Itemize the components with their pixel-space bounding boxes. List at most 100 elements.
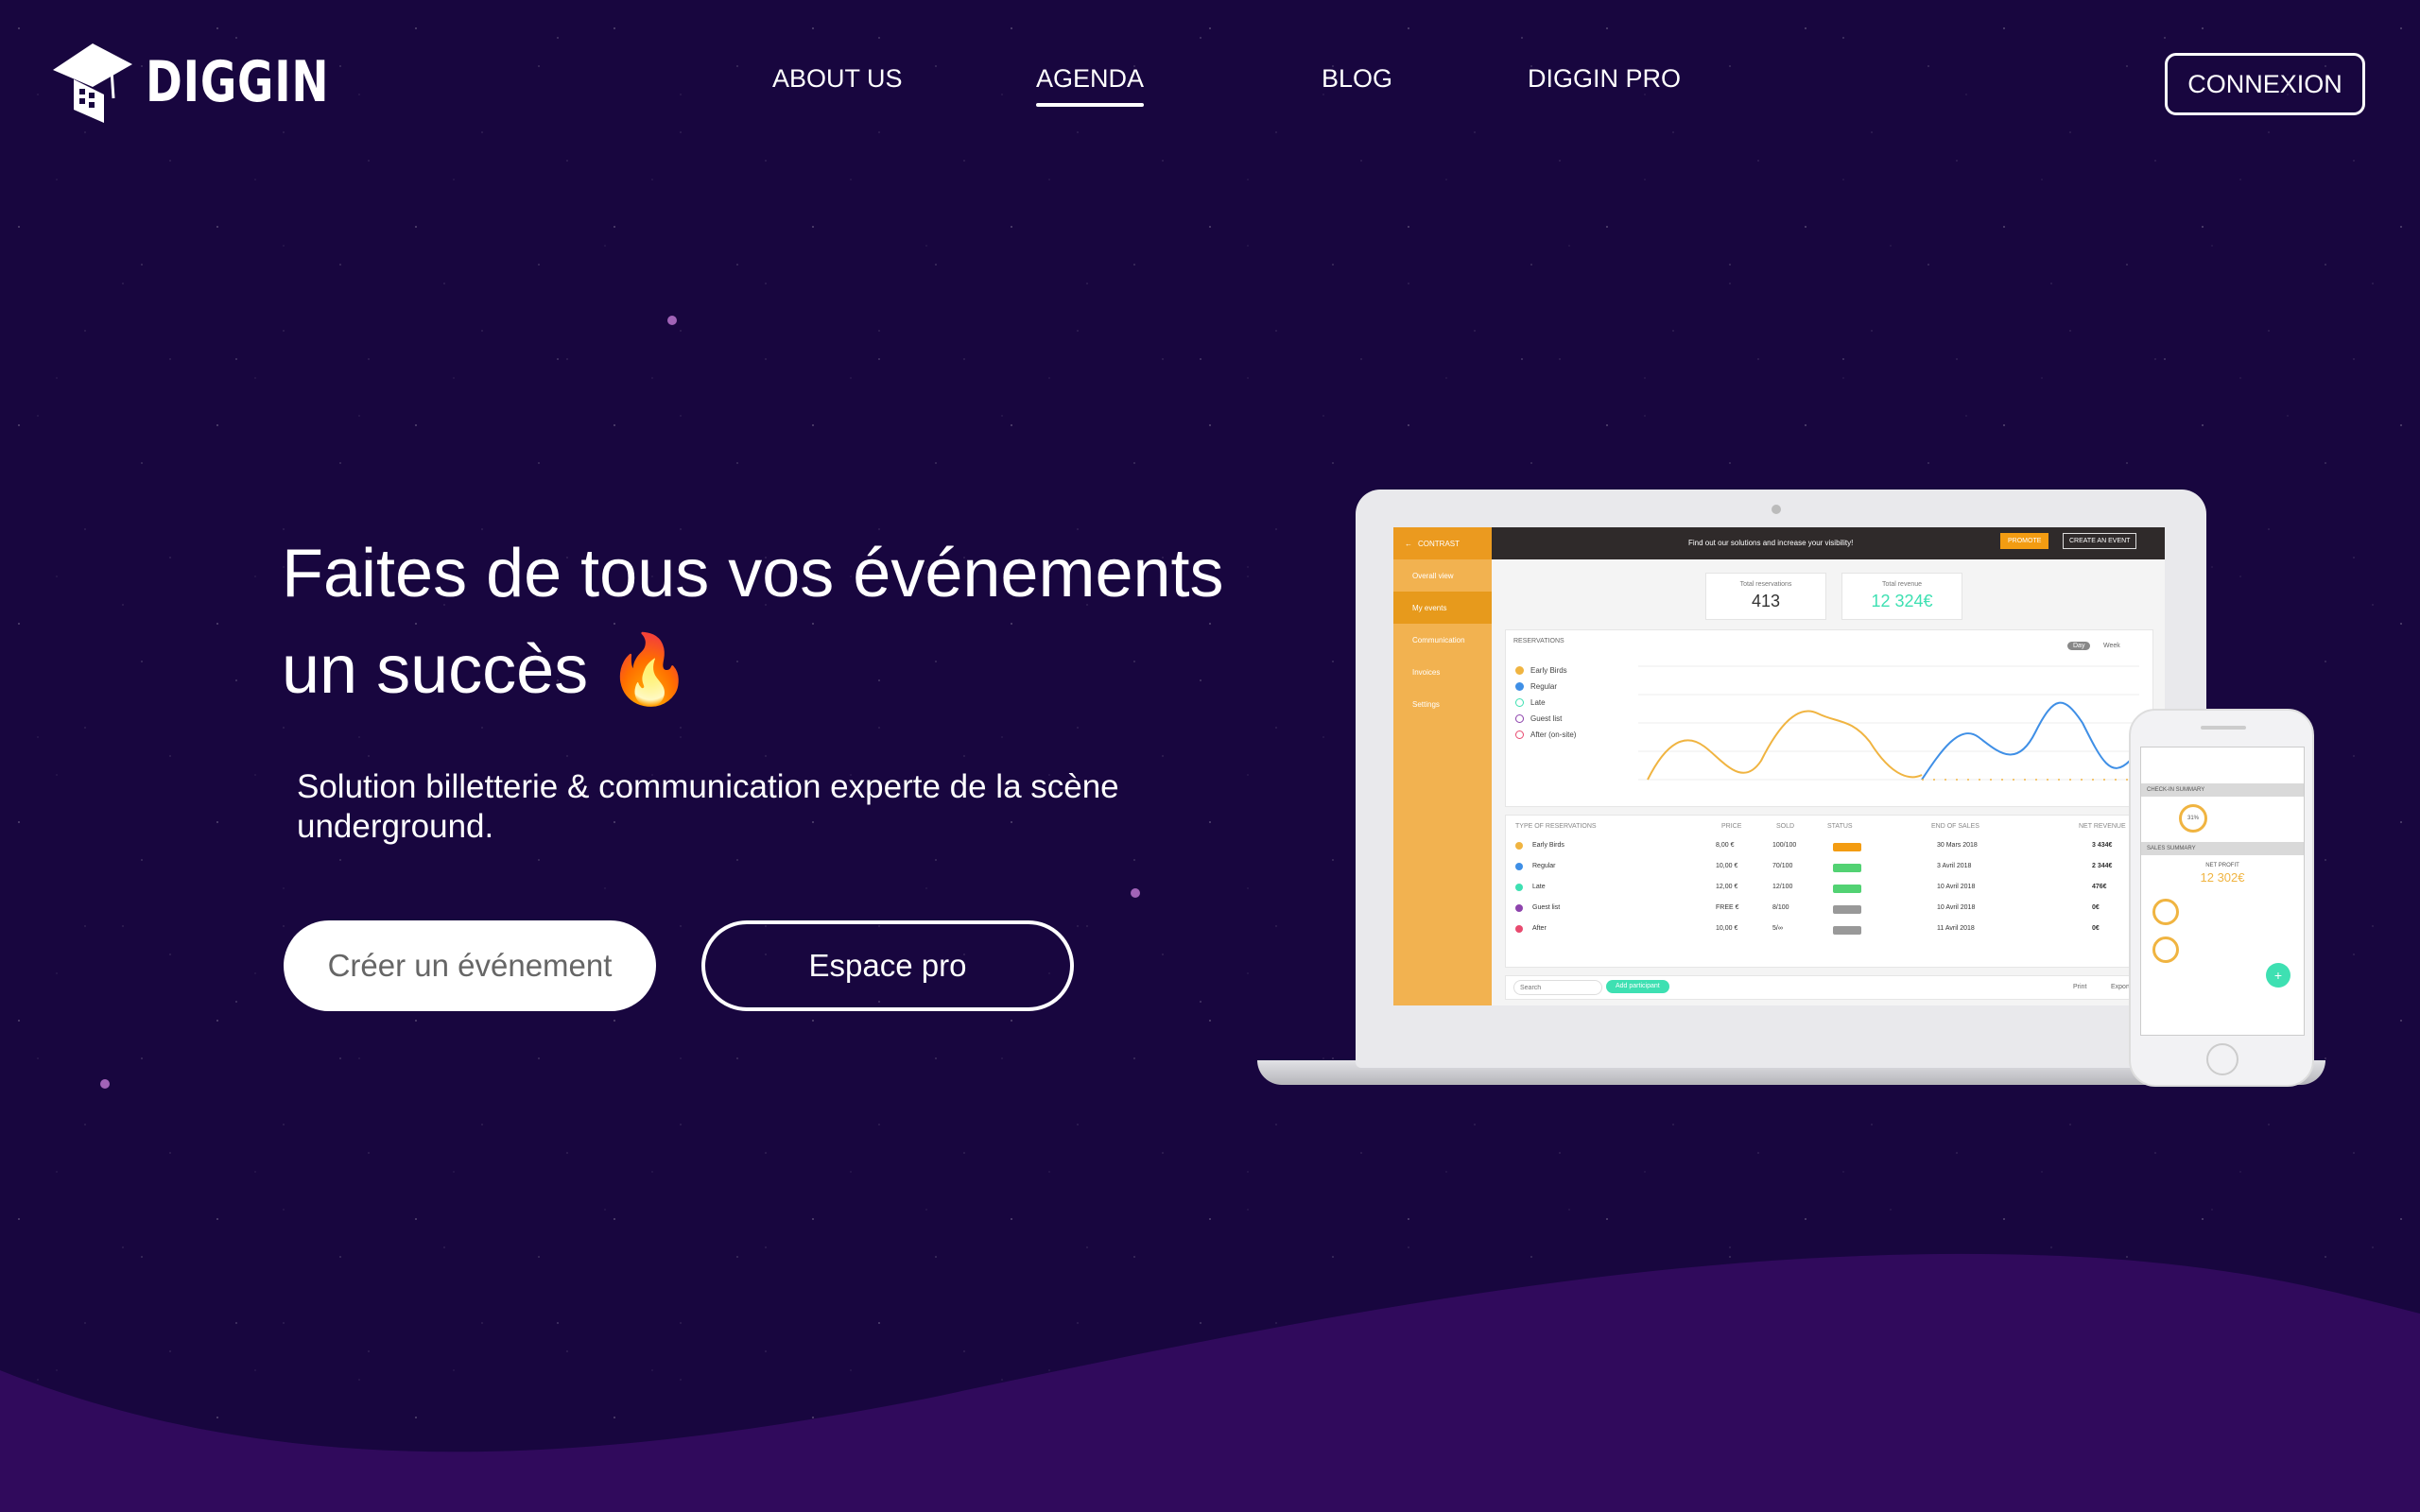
pro-space-button[interactable]: Espace pro <box>701 920 1074 1011</box>
graduation-cap-icon <box>53 43 132 123</box>
series-early-birds-line <box>1647 710 1923 781</box>
row-price: 12,00 € <box>1716 884 1738 890</box>
row-end: 30 Mars 2018 <box>1937 842 1978 849</box>
table-row[interactable]: After 10,00 € 5/∞ 11 Avril 2018 0€ <box>1515 919 2143 940</box>
decorative-dot <box>100 1079 110 1089</box>
create-event-button[interactable]: Créer un événement <box>284 920 656 1011</box>
row-price: 8,00 € <box>1716 842 1735 849</box>
hero-subtitle: Solution billetterie & communication exp… <box>297 768 1119 845</box>
hero-title-line2: un succès 🔥 <box>282 632 692 708</box>
row-sold: 8/100 <box>1772 904 1789 911</box>
legend-item: Guest list <box>1515 714 1562 723</box>
add-participant-button[interactable]: Add participant <box>1606 980 1669 993</box>
login-button[interactable]: CONNEXION <box>2165 53 2365 115</box>
reservations-chart-card: RESERVATIONS Day Week Early Birds Regula… <box>1505 629 2153 807</box>
wave-shape <box>0 1253 2420 1512</box>
dashboard-topbar: Find out our solutions and increase your… <box>1492 527 2165 559</box>
nav-blog[interactable]: BLOG <box>1322 64 1392 94</box>
row-revenue: 2 344€ <box>2092 863 2113 869</box>
table-row[interactable]: Early Birds 8,00 € 100/100 30 Mars 2018 … <box>1515 836 2143 857</box>
dashboard-nav-communication[interactable]: Communication <box>1393 624 1492 656</box>
row-price: 10,00 € <box>1716 863 1738 869</box>
dashboard-nav-my-events[interactable]: My events <box>1393 592 1492 624</box>
add-fab-button[interactable]: + <box>2266 963 2290 988</box>
decorative-dot <box>667 316 677 325</box>
legend-item: Early Birds <box>1515 666 1567 675</box>
nav-agenda[interactable]: AGENDA <box>1036 64 1145 107</box>
row-type: After <box>1532 925 1547 932</box>
arrow-left-icon: ← <box>1405 539 1412 548</box>
col-revenue: NET REVENUE <box>2079 823 2126 830</box>
stat-label: Total reservations <box>1739 581 1792 588</box>
row-revenue: 476€ <box>2092 884 2107 890</box>
logo[interactable]: DIGGIN <box>49 38 381 127</box>
dashboard-footer-bar: Add participant Print Export <box>1505 975 2153 1000</box>
row-revenue: 0€ <box>2092 904 2100 911</box>
col-end: END OF SALES <box>1931 823 1979 830</box>
legend-label: Late <box>1530 698 1546 707</box>
chart-gridlines <box>1638 665 2139 781</box>
row-type: Late <box>1532 884 1546 890</box>
stat-label: Total revenue <box>1881 581 1923 588</box>
row-sold: 70/100 <box>1772 863 1793 869</box>
export-button[interactable]: Export <box>2111 984 2130 990</box>
legend-dot <box>1515 714 1524 723</box>
col-type: TYPE OF RESERVATIONS <box>1515 823 1597 830</box>
row-type: Early Birds <box>1532 842 1564 849</box>
legend-item: Late <box>1515 698 1546 707</box>
stat-total-revenue: Total revenue 12 324€ <box>1841 573 1962 620</box>
phone-speaker <box>2201 726 2246 730</box>
legend-dot <box>1515 698 1524 707</box>
row-price: FREE € <box>1716 904 1739 911</box>
row-end: 11 Avril 2018 <box>1937 925 1975 932</box>
hero-title-line1: Faites de tous vos événements <box>282 536 1224 611</box>
checkin-summary-header: CHECK-IN SUMMARY <box>2141 783 2304 797</box>
legend-label: Guest list <box>1530 714 1563 723</box>
nav-about-us[interactable]: ABOUT US <box>772 64 903 94</box>
phone-home-button <box>2206 1043 2238 1075</box>
print-button[interactable]: Print <box>2073 984 2086 990</box>
row-end: 10 Avril 2018 <box>1937 884 1976 890</box>
nav-diggin-pro[interactable]: DIGGIN PRO <box>1528 64 1681 94</box>
legend-dot <box>1515 682 1524 691</box>
sales-ring <box>2152 936 2179 963</box>
stat-total-reservations: Total reservations 413 <box>1705 573 1826 620</box>
col-status: STATUS <box>1827 823 1853 830</box>
reservations-table: TYPE OF RESERVATIONS PRICE SOLD STATUS E… <box>1505 815 2153 968</box>
toggle-day[interactable]: Day <box>2067 642 2091 650</box>
promote-button[interactable]: PROMOTE <box>2000 533 2049 549</box>
row-revenue: 0€ <box>2092 925 2100 932</box>
reservations-line-chart <box>1638 665 2139 781</box>
legend-label: Regular <box>1530 682 1558 691</box>
status-pill <box>1833 843 1861 851</box>
legend-label: After (on-site) <box>1530 730 1577 739</box>
dashboard-sidebar: ← CONTRAST Overall view My events Commun… <box>1393 527 1492 1005</box>
net-profit-label: NET PROFIT <box>2205 863 2239 868</box>
row-end: 3 Avril 2018 <box>1937 863 1972 869</box>
table-row[interactable]: Guest list FREE € 8/100 10 Avril 2018 0€ <box>1515 899 2143 919</box>
hero-title: Faites de tous vos événements un succès … <box>282 525 1274 718</box>
dashboard-search-input[interactable] <box>1513 980 1602 995</box>
brand-name: DIGGIN <box>146 49 330 115</box>
table-row[interactable]: Regular 10,00 € 70/100 3 Avril 2018 2 34… <box>1515 857 2143 878</box>
row-revenue: 3 434€ <box>2092 842 2113 849</box>
table-row[interactable]: Late 12,00 € 12/100 10 Avril 2018 476€ <box>1515 878 2143 899</box>
dashboard-nav-overall[interactable]: Overall view <box>1393 559 1492 592</box>
row-sold: 5/∞ <box>1772 925 1783 932</box>
create-event-small-button[interactable]: CREATE AN EVENT <box>2063 533 2137 549</box>
dashboard-org-name: CONTRAST <box>1418 539 1460 548</box>
dashboard-sidebar-header[interactable]: ← CONTRAST <box>1393 527 1492 559</box>
legend-dot <box>1515 666 1524 675</box>
row-type: Regular <box>1532 863 1556 869</box>
sales-ring <box>2152 899 2179 925</box>
dashboard-nav-settings[interactable]: Settings <box>1393 688 1492 720</box>
laptop-camera <box>1772 505 1781 514</box>
legend-dot <box>1515 730 1524 739</box>
decorative-dot <box>1131 888 1140 898</box>
dashboard-nav-invoices[interactable]: Invoices <box>1393 656 1492 688</box>
legend-item: Regular <box>1515 682 1557 691</box>
status-pill <box>1833 864 1861 872</box>
row-sold: 12/100 <box>1772 884 1793 890</box>
toggle-week[interactable]: Week <box>2103 643 2120 649</box>
sales-summary-header: SALES SUMMARY <box>2141 842 2304 855</box>
